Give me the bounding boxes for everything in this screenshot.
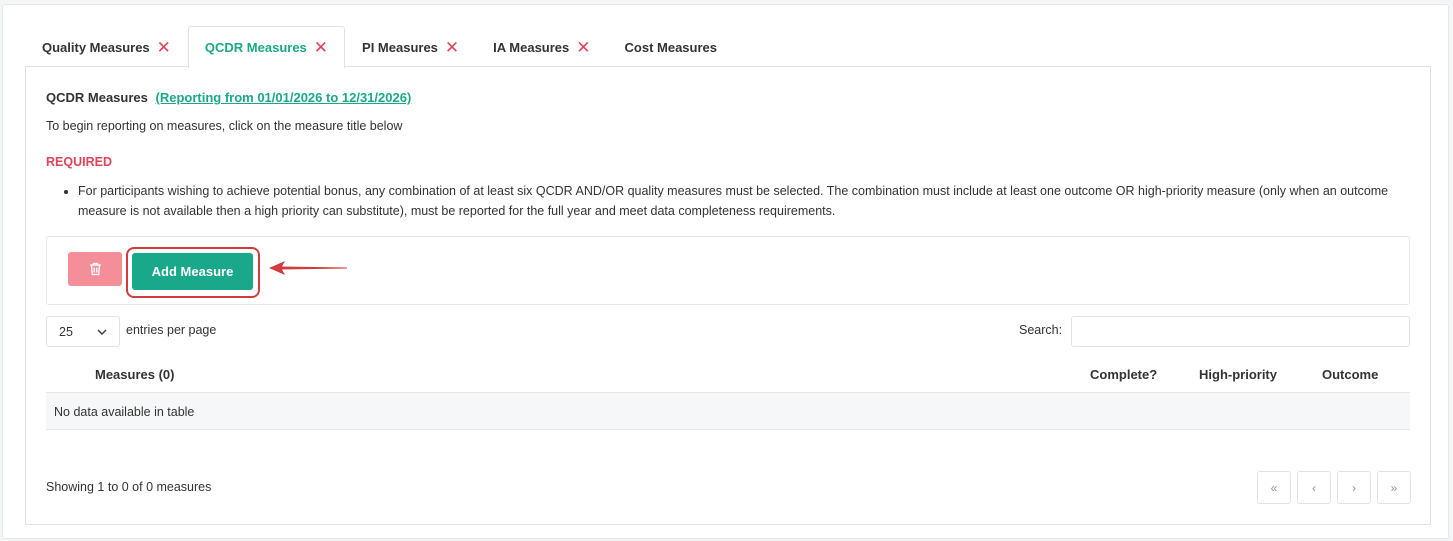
- table-row: No data available in table: [46, 393, 1410, 430]
- requirement-item: For participants wishing to achieve pote…: [78, 181, 1413, 221]
- tab-quality-measures[interactable]: Quality Measures ✕: [25, 26, 188, 67]
- table-info: Showing 1 to 0 of 0 measures: [46, 480, 212, 494]
- first-page-button[interactable]: «: [1257, 471, 1291, 504]
- page-length-value: 25: [59, 324, 73, 339]
- page-length-select[interactable]: 25: [46, 316, 120, 347]
- panel-title: QCDR Measures: [46, 90, 148, 105]
- previous-page-button[interactable]: ‹: [1297, 471, 1331, 504]
- tab-label: IA Measures: [493, 39, 570, 55]
- search-input[interactable]: [1071, 316, 1410, 347]
- tab-qcdr-measures[interactable]: QCDR Measures ✕: [187, 26, 346, 68]
- close-icon[interactable]: ✕: [576, 39, 590, 56]
- qcdr-panel: QCDR Measures (Reporting from 01/01/2026…: [25, 66, 1431, 525]
- panel-subtitle: To begin reporting on measures, click on…: [46, 119, 403, 133]
- page-container: Quality Measures ✕ QCDR Measures ✕ PI Me…: [2, 4, 1449, 539]
- panel-header: QCDR Measures (Reporting from 01/01/2026…: [46, 90, 411, 105]
- tab-cost-measures[interactable]: Cost Measures: [608, 26, 734, 67]
- add-measure-highlight: Add Measure: [126, 247, 260, 298]
- delete-button[interactable]: [68, 252, 122, 286]
- tab-label: Quality Measures: [42, 39, 150, 55]
- arrow-left-icon: [269, 261, 347, 275]
- search-label: Search:: [1019, 323, 1063, 337]
- last-page-button[interactable]: »: [1377, 471, 1411, 504]
- table-header: Measures (0) Complete? High-priority Out…: [46, 355, 1410, 393]
- trash-icon: [89, 262, 101, 276]
- close-icon[interactable]: ✕: [157, 39, 171, 56]
- tab-ia-measures[interactable]: IA Measures ✕: [476, 26, 607, 67]
- tab-label: QCDR Measures: [204, 40, 307, 55]
- reporting-period-link[interactable]: (Reporting from 01/01/2026 to 12/31/2026…: [156, 90, 412, 105]
- next-page-button[interactable]: ›: [1337, 471, 1371, 504]
- pagination: « ‹ › »: [1257, 471, 1411, 504]
- column-header-measures[interactable]: Measures (0): [95, 367, 174, 382]
- column-header-outcome[interactable]: Outcome: [1322, 367, 1378, 382]
- column-header-high-priority[interactable]: High-priority: [1199, 367, 1277, 382]
- add-measure-button[interactable]: Add Measure: [132, 253, 253, 290]
- measure-toolbar: Add Measure: [46, 236, 1410, 305]
- page-length-label: entries per page: [126, 323, 217, 337]
- column-header-complete[interactable]: Complete?: [1090, 367, 1157, 382]
- chevron-down-icon: [97, 328, 107, 335]
- requirements-list: For participants wishing to achieve pote…: [78, 181, 1413, 221]
- measure-tabs: Quality Measures ✕ QCDR Measures ✕ PI Me…: [25, 26, 734, 68]
- tab-label: PI Measures: [362, 39, 438, 55]
- tab-label: Cost Measures: [624, 39, 717, 55]
- tab-pi-measures[interactable]: PI Measures ✕: [345, 26, 476, 67]
- close-icon[interactable]: ✕: [314, 39, 328, 56]
- required-label: REQUIRED: [46, 155, 112, 169]
- close-icon[interactable]: ✕: [445, 39, 459, 56]
- empty-table-message: No data available in table: [54, 405, 195, 419]
